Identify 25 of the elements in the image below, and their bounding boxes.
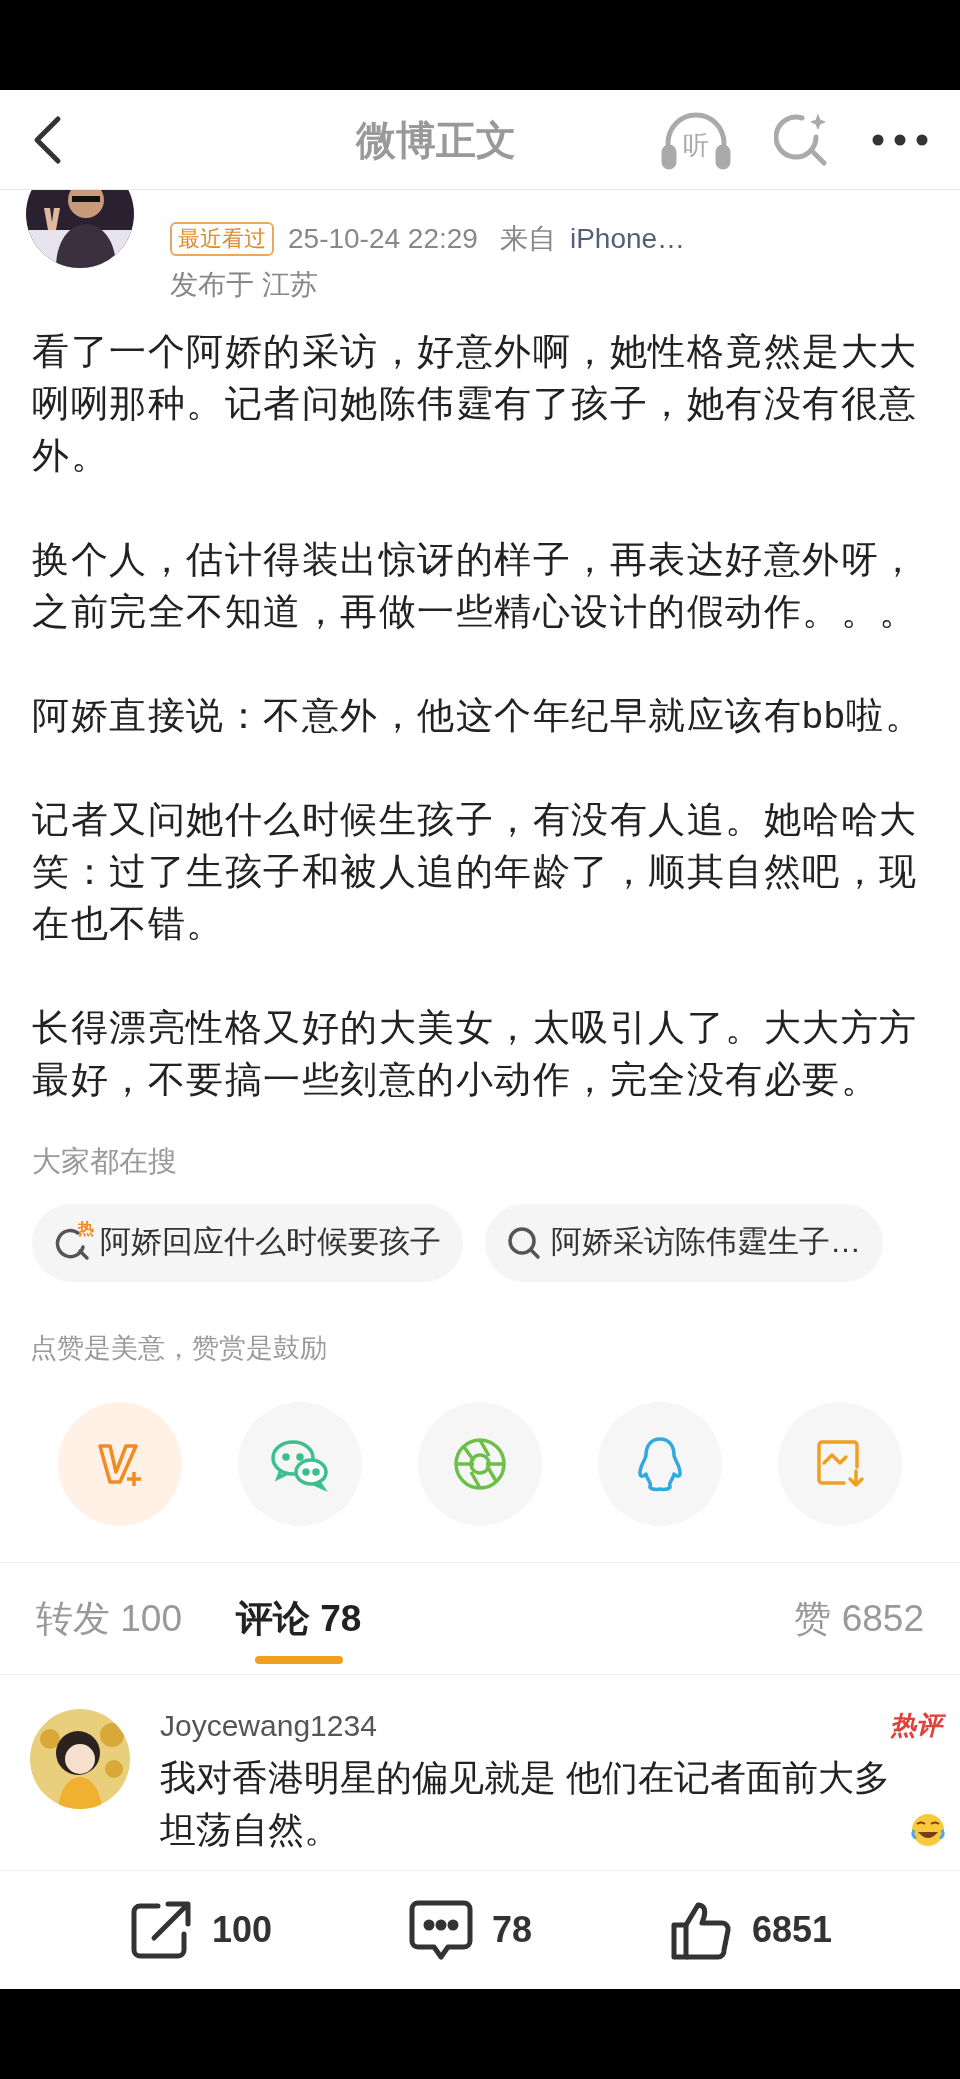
laughing-emoji-icon bbox=[910, 1812, 946, 1848]
post-paragraph: 看了一个阿娇的采访，好意外啊，她性格竟然是大大咧咧那种。记者问她陈伟霆有了孩子，她有没有很意外。 bbox=[32, 330, 919, 478]
post-paragraph: 换个人，估计得装出惊讶的样子，再表达好意外呀，之前完全不知道，再做一些精心设计的假动作。。。 bbox=[32, 538, 919, 634]
trending-search-chip[interactable]: 阿娇采访陈伟霆生子… bbox=[485, 1203, 883, 1282]
action-bar-button[interactable]: 78 bbox=[407, 1897, 532, 1963]
action-bar-button[interactable]: 6851 bbox=[667, 1897, 832, 1963]
source-label: 来自 bbox=[499, 222, 556, 256]
comment-text: 我对香港明星的偏见就是 他们在记者面前大多坦荡自然。 bbox=[160, 1756, 891, 1852]
more-icon[interactable] bbox=[872, 133, 928, 146]
reward-hint: 点赞是美意，赞赏是鼓励 bbox=[30, 1332, 327, 1363]
penguin-icon bbox=[636, 1435, 684, 1493]
action-bar-button[interactable]: 100 bbox=[127, 1898, 273, 1962]
section-heading: 大家都在搜 bbox=[32, 1145, 177, 1177]
back-icon[interactable] bbox=[32, 114, 62, 165]
source-link[interactable]: iPhone… bbox=[569, 218, 686, 260]
post-paragraph: 记者又问她什么时候生孩子，有没有人追。她哈哈大笑：过了生孩子和被人追的年龄了，顺其自然吧，现在也不错。 bbox=[32, 798, 919, 946]
page-title: 微博正文 bbox=[356, 116, 516, 164]
comment-tab[interactable]: 评论 78 bbox=[236, 1563, 362, 1674]
post-time: 25-10-24 22:29 bbox=[288, 222, 478, 256]
commenter-name[interactable]: Joycewang1234 bbox=[160, 1703, 377, 1748]
recently-viewed-tag: 最近看过 bbox=[170, 222, 274, 256]
post-location: 发布于 江苏 bbox=[170, 268, 319, 302]
aperture-icon bbox=[452, 1436, 508, 1492]
post-paragraph: 长得漂亮性格又好的大美女，太吸引人了。大大方方最好，不要搞一些刻意的小动作，完全没有必要。 bbox=[32, 1006, 919, 1102]
post-paragraph: 阿娇直接说：不意外，他这个年纪早就应该有bb啦。 bbox=[32, 694, 925, 738]
